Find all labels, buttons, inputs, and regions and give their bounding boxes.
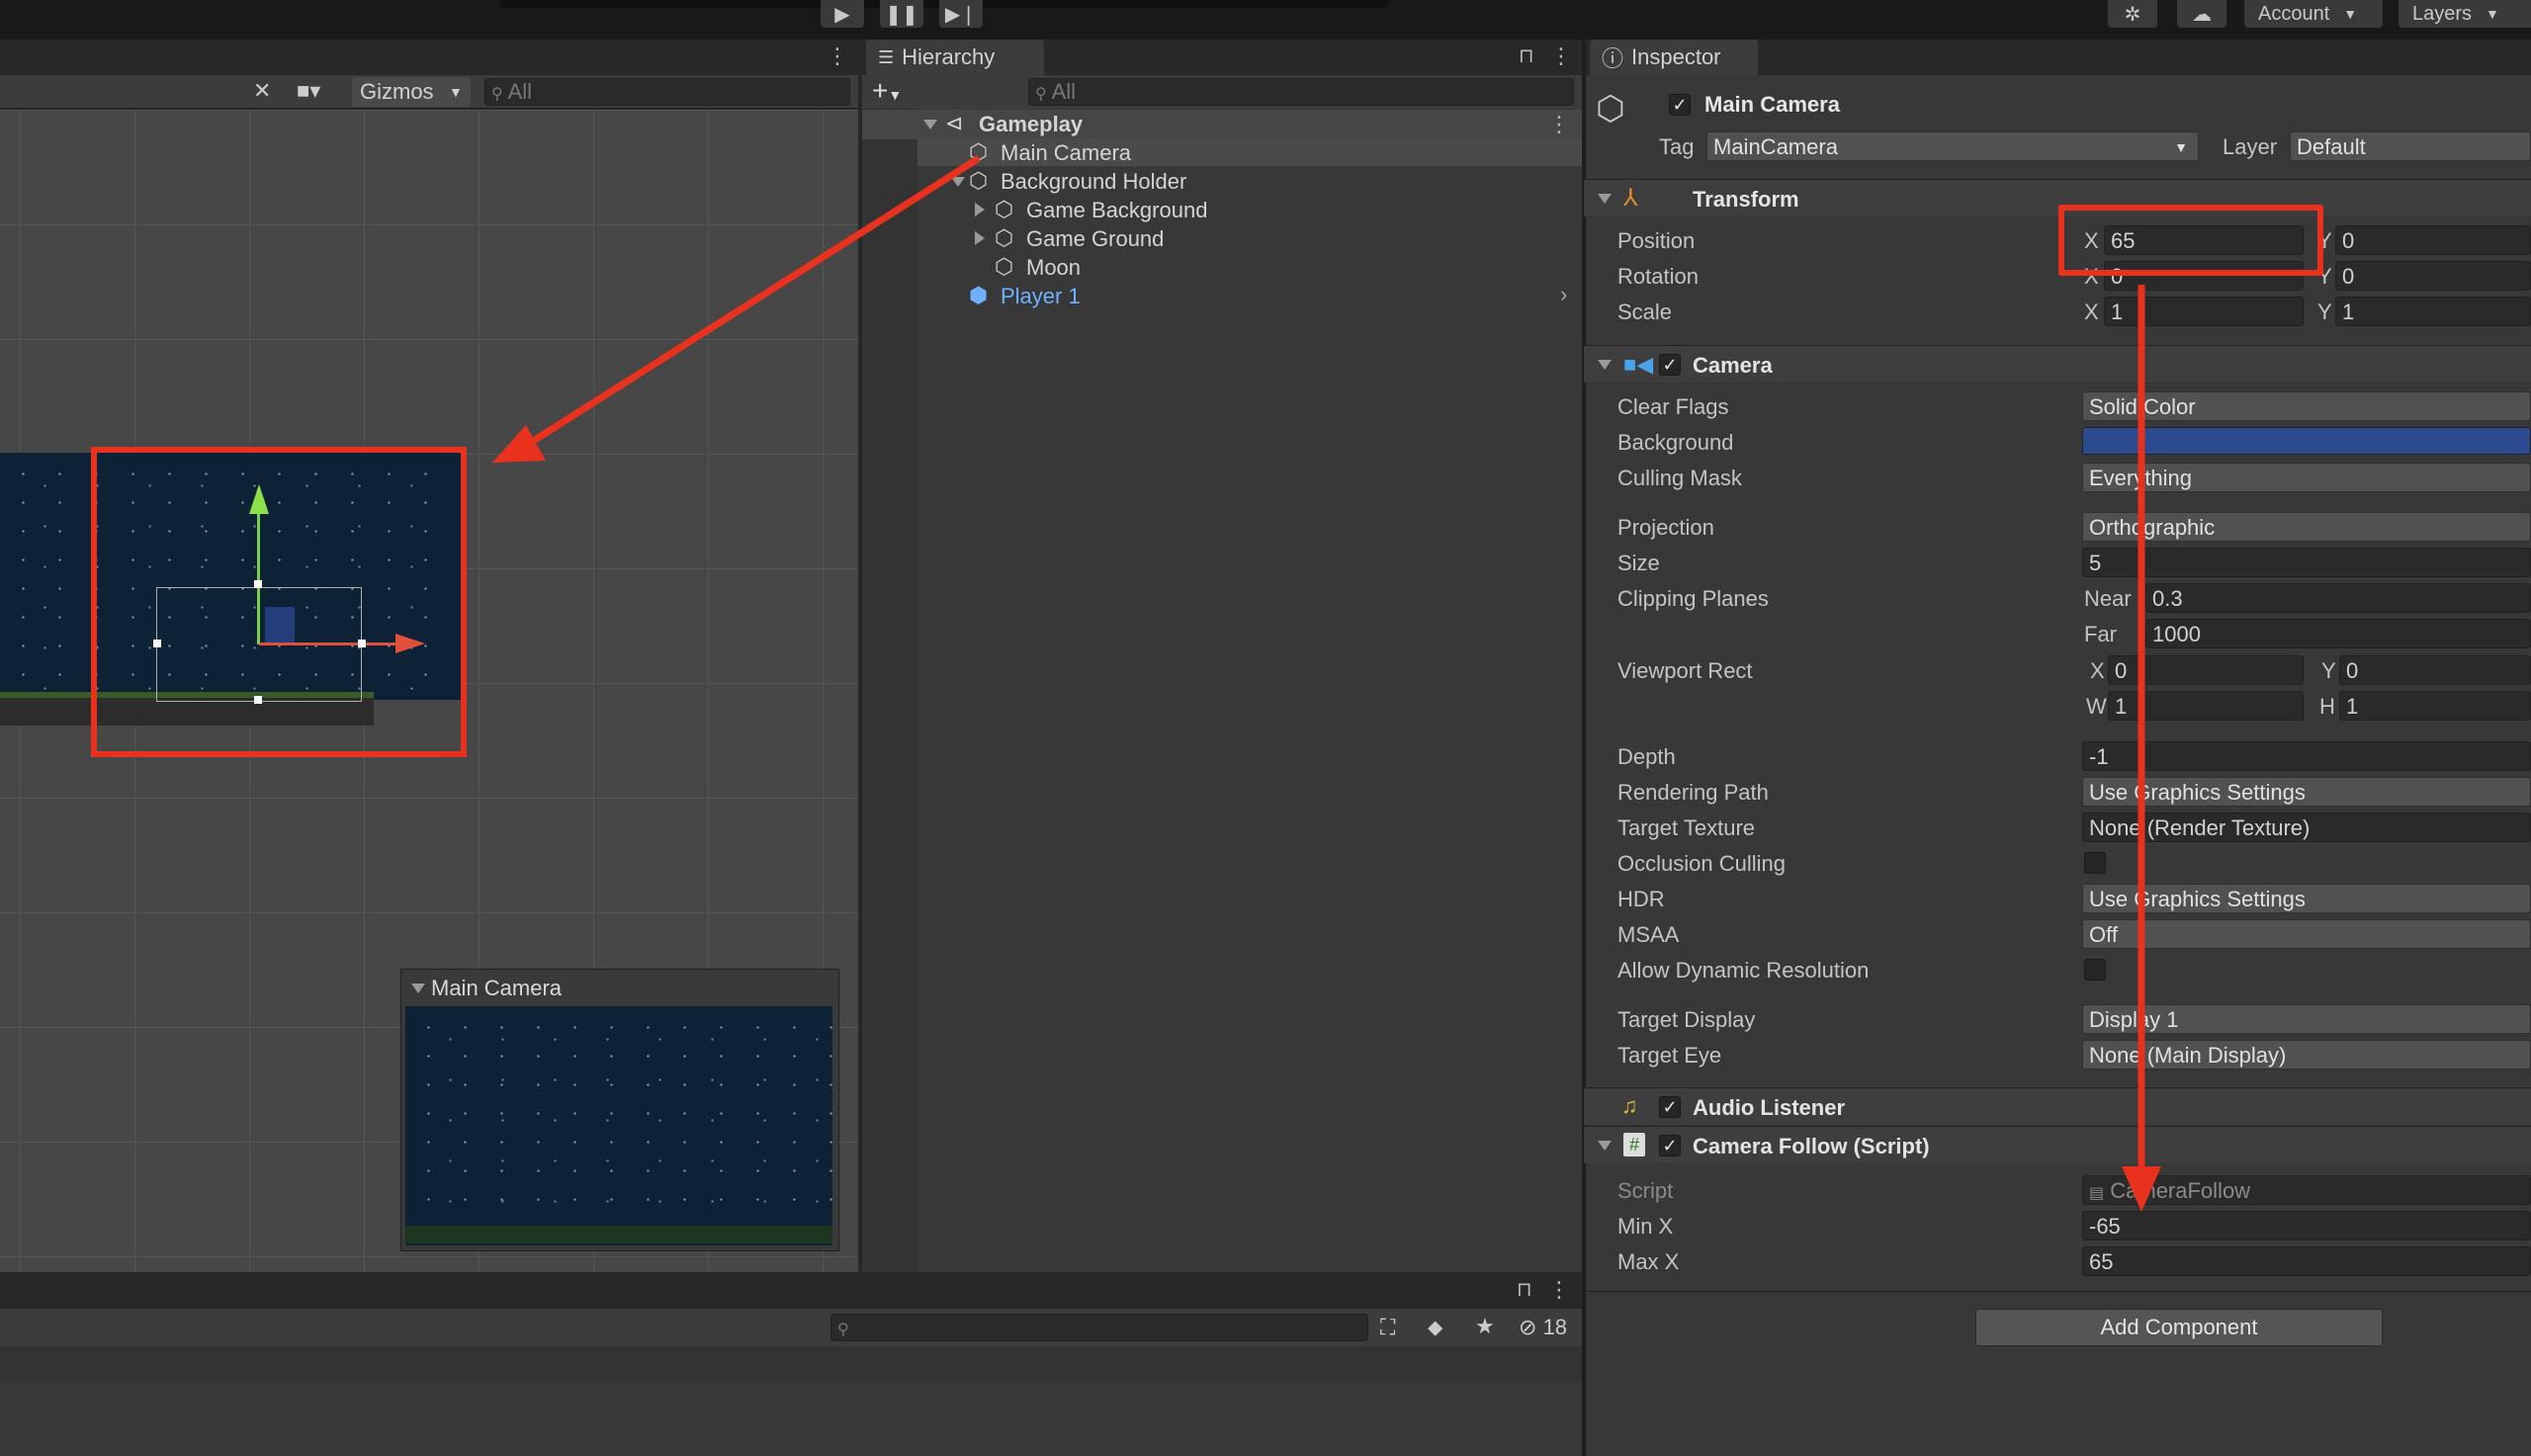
annotation-arrow-hierarchy-to-scene — [492, 155, 981, 463]
annotation-arrows — [492, 155, 2161, 1212]
annotation-arrow-position-to-min-x — [2122, 285, 2161, 1212]
